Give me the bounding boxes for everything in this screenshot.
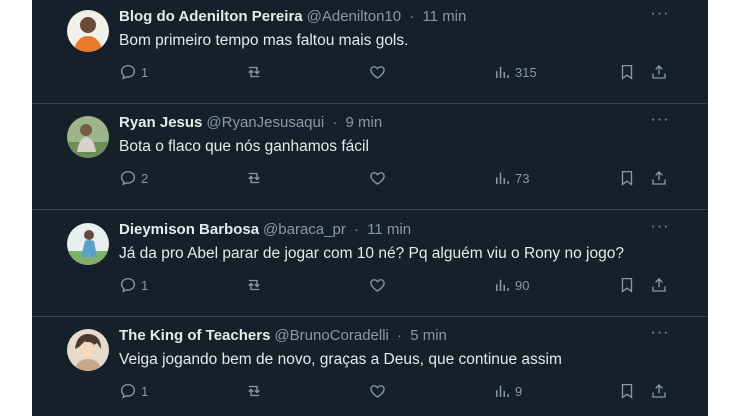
like-button[interactable] [368,275,391,295]
tweet-actions: 2 73 [32,168,708,188]
avatar[interactable] [67,116,109,158]
views-button[interactable]: 9 [493,381,522,401]
like-button[interactable] [368,168,391,188]
tweet-header: Blog do Adenilton Pereira @Adenilton10 · … [119,7,466,27]
tweet-actions: 1 9 [32,381,708,401]
view-count: 90 [515,277,530,293]
handle[interactable]: @RyanJesusaqui [206,114,324,131]
reply-count: 1 [141,64,149,80]
avatar[interactable] [67,329,109,371]
avatar[interactable] [67,10,109,52]
timestamp[interactable]: 11 min [367,221,411,238]
like-button[interactable] [368,381,391,401]
tweet-text: Veiga jogando bem de novo, graças a Deus… [119,351,562,368]
tweet-header: Ryan Jesus @RyanJesusaqui · 9 min [119,113,382,133]
tweet-header: The King of Teachers @BrunoCoradelli · 5 … [119,326,447,346]
tweet-header: Dieymison Barbosa @baraca_pr · 11 min [119,220,411,240]
separator: · [409,8,415,25]
more-icon[interactable]: ··· [650,6,670,26]
timestamp[interactable]: 9 min [346,114,383,131]
views-icon [493,276,511,294]
reply-count: 1 [141,383,149,399]
like-icon [368,382,387,400]
views-icon [493,382,511,400]
tweet[interactable]: The King of Teachers @BrunoCoradelli · 5 … [32,317,708,416]
tweet-actions: 1 315 [32,62,708,82]
view-count: 9 [515,383,523,399]
view-count: 315 [515,64,537,80]
more-icon[interactable]: ··· [650,112,670,132]
reply-count: 1 [141,277,149,293]
handle[interactable]: @baraca_pr [263,221,346,238]
views-button[interactable]: 90 [493,275,529,295]
display-name[interactable]: Dieymison Barbosa [119,221,259,238]
repost-icon [244,169,264,187]
reply-icon [119,169,137,187]
tweet-text: Bota o flaco que nós ganhamos fácil [119,138,369,155]
share-icon[interactable] [650,62,668,82]
more-icon[interactable]: ··· [650,325,670,345]
reply-button[interactable]: 2 [119,168,148,188]
handle[interactable]: @BrunoCoradelli [274,327,388,344]
repost-button[interactable] [244,168,268,188]
views-icon [493,63,511,81]
reply-button[interactable]: 1 [119,381,148,401]
repost-icon [244,276,264,294]
separator: · [332,114,338,131]
tweet[interactable]: Ryan Jesus @RyanJesusaqui · 9 min ··· Bot… [32,104,708,210]
share-icon[interactable] [650,381,668,401]
reply-feed: Blog do Adenilton Pereira @Adenilton10 · … [32,0,708,416]
separator: · [397,327,403,344]
more-icon[interactable]: ··· [650,219,670,239]
repost-icon [244,63,264,81]
display-name[interactable]: Ryan Jesus [119,114,202,131]
like-icon [368,63,387,81]
left-margin [0,0,32,416]
reply-icon [119,382,137,400]
handle[interactable]: @Adenilton10 [307,8,401,25]
tweet-text: Bom primeiro tempo mas faltou mais gols. [119,32,409,49]
view-count: 73 [515,170,530,186]
share-icon[interactable] [650,275,668,295]
tweet-actions: 1 90 [32,275,708,295]
separator: · [354,221,359,238]
reply-icon [119,276,137,294]
tweet-text: Já da pro Abel parar de jogar com 10 né?… [119,245,624,262]
timestamp[interactable]: 11 min [422,8,466,25]
reply-icon [119,63,137,81]
like-icon [368,169,387,187]
share-icon[interactable] [650,168,668,188]
repost-icon [244,382,264,400]
display-name[interactable]: The King of Teachers [119,327,270,344]
right-margin [708,0,740,416]
tweet[interactable]: Blog do Adenilton Pereira @Adenilton10 · … [32,0,708,104]
timestamp[interactable]: 5 min [410,327,447,344]
like-button[interactable] [368,62,391,82]
avatar[interactable] [67,223,109,265]
views-button[interactable]: 73 [493,168,529,188]
tweet[interactable]: Dieymison Barbosa @baraca_pr · 11 min ···… [32,211,708,317]
reply-button[interactable]: 1 [119,62,148,82]
views-icon [493,169,511,187]
reply-count: 2 [141,170,149,186]
views-button[interactable]: 315 [493,62,537,82]
like-icon [368,276,387,294]
repost-button[interactable] [244,381,268,401]
bookmark-icon[interactable] [618,275,636,295]
display-name[interactable]: Blog do Adenilton Pereira [119,8,303,25]
bookmark-icon[interactable] [618,168,636,188]
repost-button[interactable] [244,62,268,82]
reply-button[interactable]: 1 [119,275,148,295]
repost-button[interactable] [244,275,268,295]
bookmark-icon[interactable] [618,62,636,82]
bookmark-icon[interactable] [618,381,636,401]
